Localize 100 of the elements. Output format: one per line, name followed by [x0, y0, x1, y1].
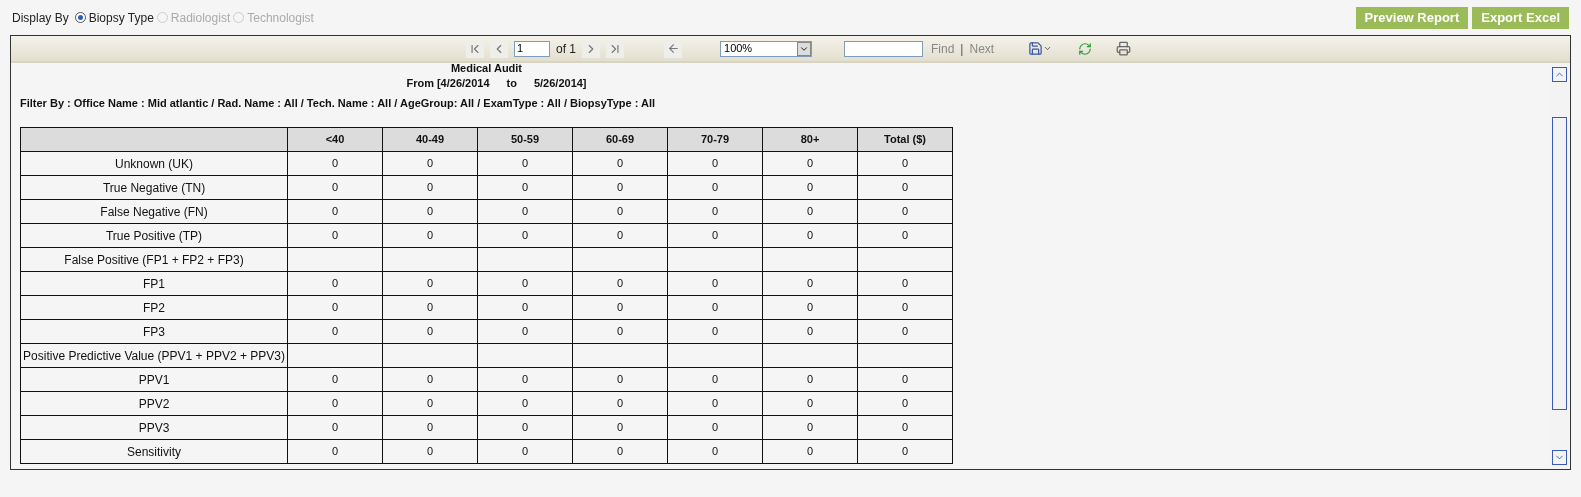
table-cell: 0 [572, 151, 668, 176]
table-cell: 0 [857, 223, 953, 248]
table-cell: 0 [667, 415, 763, 440]
table-cell: 0 [857, 295, 953, 320]
table-cell: 0 [857, 415, 953, 440]
table-cell: 0 [667, 295, 763, 320]
first-page-icon[interactable] [466, 39, 484, 58]
next-link[interactable]: Next [969, 39, 995, 58]
table-cell: 0 [382, 367, 478, 392]
table-cell: 0 [667, 319, 763, 344]
table-cell: 0 [762, 151, 858, 176]
from-label: From [406, 75, 434, 91]
table-cell: 0 [287, 223, 383, 248]
row-label-cell: FP2 [20, 295, 288, 320]
table-cell: 0 [287, 391, 383, 416]
table-cell: 0 [667, 439, 763, 464]
table-cell: 0 [477, 295, 573, 320]
scroll-down-icon[interactable] [1552, 450, 1567, 465]
radio-label: Biopsy Type [88, 9, 154, 27]
table-cell: 0 [762, 223, 858, 248]
table-cell: 0 [762, 295, 858, 320]
table-cell: 0 [287, 295, 383, 320]
table-cell: 0 [382, 415, 478, 440]
table-cell: 0 [572, 295, 668, 320]
table-cell: 0 [857, 151, 953, 176]
row-label-cell: Unknown (UK) [20, 151, 288, 176]
refresh-icon[interactable] [1078, 41, 1093, 56]
table-cell: 0 [382, 439, 478, 464]
table-cell: 0 [287, 271, 383, 296]
table-cell: 0 [287, 175, 383, 200]
table-cell: 0 [667, 199, 763, 224]
save-icon[interactable] [1028, 41, 1053, 56]
column-header: 40-49 [382, 127, 478, 152]
table-cell: 0 [382, 175, 478, 200]
table-cell: 0 [572, 175, 668, 200]
table-cell: 0 [667, 151, 763, 176]
scroll-up-icon[interactable] [1552, 67, 1567, 82]
next-page-icon[interactable] [582, 39, 600, 58]
zoom-select[interactable]: 100% [720, 40, 812, 57]
row-label-cell: PPV1 [20, 367, 288, 392]
table-cell: 0 [477, 271, 573, 296]
column-header: Total ($) [857, 127, 953, 152]
table-cell: 0 [762, 271, 858, 296]
row-label-cell: FP3 [20, 319, 288, 344]
table-cell: 0 [857, 391, 953, 416]
table-cell: 0 [857, 199, 953, 224]
column-header: 60-69 [572, 127, 668, 152]
row-label-cell: PPV3 [20, 415, 288, 440]
find-link[interactable]: Find [931, 39, 955, 58]
table-cell: 0 [572, 367, 668, 392]
table-cell: 0 [667, 271, 763, 296]
column-header: 80+ [762, 127, 858, 152]
row-label-cell: FP1 [20, 271, 288, 296]
row-label-cell: True Negative (TN) [20, 175, 288, 200]
report-title: Medical Audit [450, 63, 523, 73]
filter-text: Filter By : Office Name : Mid atlantic / Rad. Name : All / Tech. Name : All / AgeGroup: All / ExamType : All / BiopsyType : All [20, 95, 657, 111]
table-cell: 0 [382, 151, 478, 176]
column-header: 50-59 [477, 127, 573, 152]
table-cell: 0 [477, 319, 573, 344]
table-cell: 0 [857, 319, 953, 344]
scrollbar-thumb[interactable] [1552, 117, 1567, 410]
table-cell: 0 [762, 175, 858, 200]
last-page-icon[interactable] [606, 39, 624, 58]
table-cell: 0 [477, 223, 573, 248]
table-cell: 0 [477, 199, 573, 224]
table-cell: 0 [857, 367, 953, 392]
previous-page-icon[interactable] [490, 39, 508, 58]
table-cell: 0 [287, 319, 383, 344]
display-by-label: Display By [12, 9, 69, 27]
export-excel-button[interactable]: Export Excel [1472, 6, 1569, 29]
table-cell: 0 [762, 199, 858, 224]
table-cell: 0 [477, 415, 573, 440]
page-number-field[interactable]: 1 [514, 40, 550, 57]
column-header: <40 [287, 127, 383, 152]
separator: | [960, 40, 964, 58]
print-icon[interactable] [1116, 41, 1132, 56]
table-cell: 0 [572, 319, 668, 344]
table-cell: 0 [382, 319, 478, 344]
table-cell: 0 [762, 439, 858, 464]
table-cell: 0 [572, 223, 668, 248]
row-label-cell: Sensitivity [20, 439, 288, 464]
table-cell: 0 [762, 391, 858, 416]
table-cell: 0 [762, 319, 858, 344]
table-cell: 0 [667, 175, 763, 200]
table-cell: 0 [667, 367, 763, 392]
radio-button[interactable] [74, 12, 86, 23]
table-cell: 0 [477, 391, 573, 416]
table-cell: 0 [287, 199, 383, 224]
table-cell: 0 [287, 367, 383, 392]
table-cell: 0 [667, 391, 763, 416]
table-cell: 0 [382, 391, 478, 416]
row-label-cell: PPV2 [20, 391, 288, 416]
table-cell: 0 [287, 415, 383, 440]
table-cell: 0 [572, 271, 668, 296]
table-cell: 0 [857, 175, 953, 200]
preview-report-button[interactable]: Preview Report [1355, 6, 1469, 29]
table-cell: 0 [382, 295, 478, 320]
to-label: to [506, 75, 517, 91]
table-cell: 0 [572, 439, 668, 464]
find-field[interactable] [844, 40, 923, 57]
